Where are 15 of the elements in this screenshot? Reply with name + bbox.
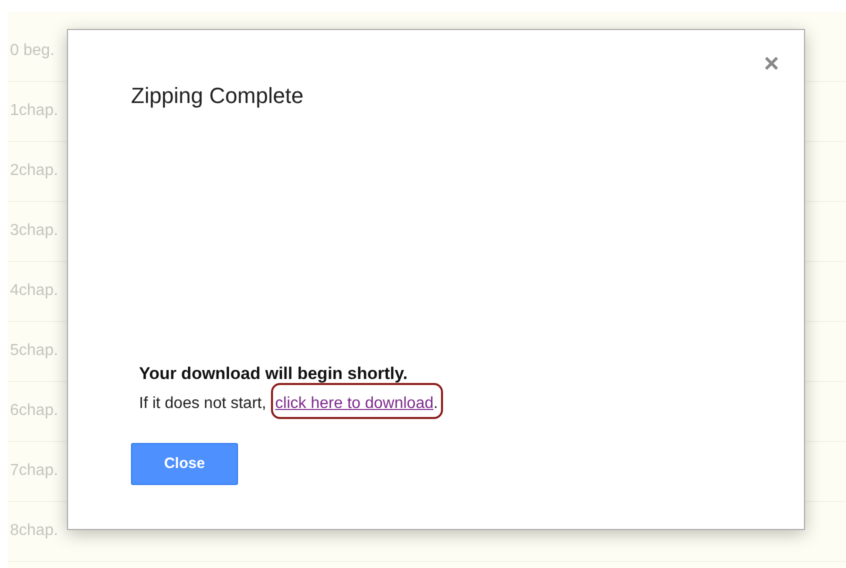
list-item: 0 beg. (10, 40, 54, 60)
list-item: 5chap. (10, 340, 58, 360)
list-item: 2chap. (10, 160, 58, 180)
list-item: 8chap. (10, 520, 58, 540)
list-item: 6chap. (10, 400, 58, 420)
close-button[interactable]: Close (131, 443, 238, 485)
link-period: . (433, 394, 438, 414)
dialog-title: Zipping Complete (131, 82, 304, 110)
download-message: If it does not start, (139, 394, 266, 414)
download-heading: Your download will begin shortly. (139, 362, 409, 385)
list-item: 3chap. (10, 220, 58, 240)
download-link[interactable]: click here to download (275, 392, 434, 416)
list-item: 1chap. (10, 100, 58, 120)
list-item: 4chap. (10, 280, 58, 300)
list-item: 7chap. (10, 460, 58, 480)
